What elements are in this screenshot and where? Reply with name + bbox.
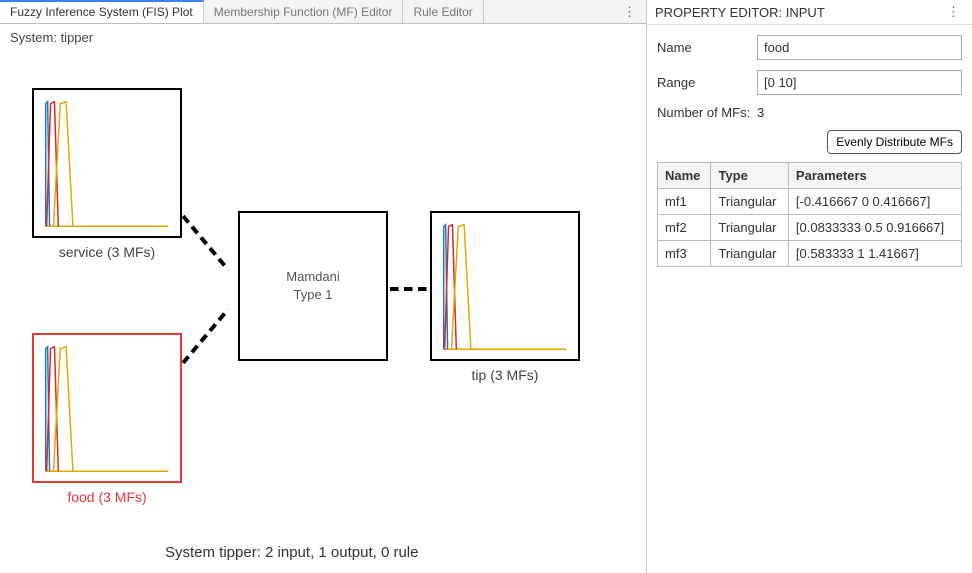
name-field[interactable] [757,35,962,60]
table-row[interactable]: mf1 Triangular [-0.416667 0 0.416667] [658,189,962,215]
input-service-box[interactable] [32,88,182,238]
evenly-distribute-button[interactable]: Evenly Distribute MFs [827,130,962,154]
property-editor-title: PROPERTY EDITOR: INPUT [655,5,825,20]
system-summary: System tipper: 2 input, 1 output, 0 rule [165,544,418,561]
output-tip-box[interactable] [430,211,580,361]
input-food-label: food (3 MFs) [27,489,187,505]
inference-box[interactable]: Mamdani Type 1 [238,211,388,361]
num-mfs-label: Number of MFs: [657,105,757,120]
col-type[interactable]: Type [711,163,788,189]
cell-params[interactable]: [-0.416667 0 0.416667] [788,189,961,215]
food-mf-chart [34,335,180,481]
service-mf-chart [34,90,180,236]
name-label: Name [657,40,757,55]
inference-text: Mamdani Type 1 [286,268,339,304]
tab-rule-editor[interactable]: Rule Editor [403,0,483,23]
tab-mf-editor[interactable]: Membership Function (MF) Editor [204,0,404,23]
system-label: System: tipper [0,24,646,51]
cell-name[interactable]: mf1 [658,189,711,215]
cell-params[interactable]: [0.583333 1 1.41667] [788,241,961,267]
more-icon[interactable]: ⋮ [613,0,646,23]
cell-type[interactable]: Triangular [711,189,788,215]
table-row[interactable]: mf2 Triangular [0.0833333 0.5 0.916667] [658,215,962,241]
tip-mf-chart [432,213,578,359]
inference-line2: Type 1 [293,287,332,302]
range-field[interactable] [757,70,962,95]
property-editor-panel: PROPERTY EDITOR: INPUT ⋮ Name Range Numb… [647,0,972,573]
connector-service [181,215,229,271]
col-params[interactable]: Parameters [788,163,961,189]
cell-params[interactable]: [0.0833333 0.5 0.916667] [788,215,961,241]
left-panel: Fuzzy Inference System (FIS) Plot Member… [0,0,647,573]
cell-name[interactable]: mf2 [658,215,711,241]
cell-name[interactable]: mf3 [658,241,711,267]
property-editor-more-icon[interactable]: ⋮ [943,4,964,20]
diagram-area: service (3 MFs) food (3 MFs) Mamdani Typ… [0,51,646,573]
cell-type[interactable]: Triangular [711,241,788,267]
input-food-box[interactable] [32,333,182,483]
input-service-label: service (3 MFs) [27,244,187,260]
mf-table: Name Type Parameters mf1 Triangular [-0.… [657,162,962,267]
tabs-row: Fuzzy Inference System (FIS) Plot Member… [0,0,646,24]
col-name[interactable]: Name [658,163,711,189]
connector-tip [390,287,428,291]
range-label: Range [657,75,757,90]
table-row[interactable]: mf3 Triangular [0.583333 1 1.41667] [658,241,962,267]
property-editor-header: PROPERTY EDITOR: INPUT ⋮ [647,0,972,25]
output-tip-label: tip (3 MFs) [425,367,585,383]
inference-line1: Mamdani [286,269,339,284]
connector-food [181,308,229,364]
table-header-row: Name Type Parameters [658,163,962,189]
cell-type[interactable]: Triangular [711,215,788,241]
num-mfs-value: 3 [757,105,764,120]
tab-fis-plot[interactable]: Fuzzy Inference System (FIS) Plot [0,0,204,23]
